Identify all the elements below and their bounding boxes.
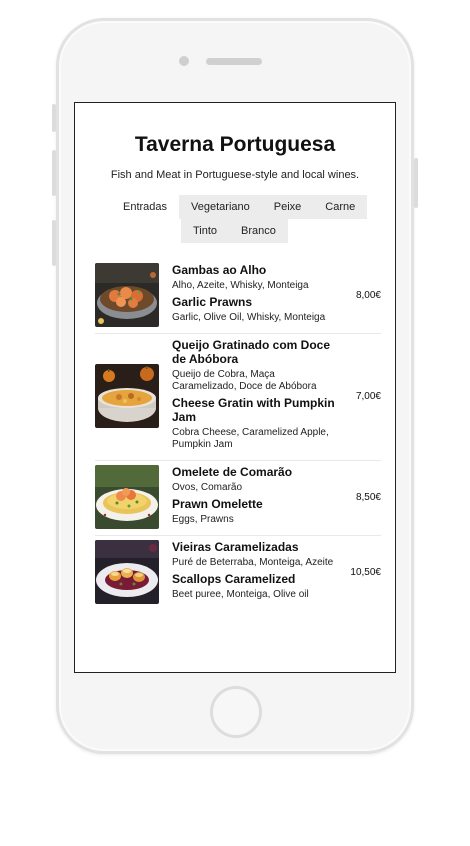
item-name-pt: Queijo Gratinado com Doce de Abóbora <box>172 338 331 366</box>
tab-carne[interactable]: Carne <box>313 195 368 219</box>
menu-item-info: Omelete de Comarão Ovos, Comarão Prawn O… <box>172 465 339 529</box>
tab-vegetariano[interactable]: Vegetariano <box>179 195 262 219</box>
home-button[interactable] <box>210 686 262 738</box>
item-price: 7,00€ <box>355 390 381 402</box>
category-tabs-row-2: Tinto Branco <box>181 219 288 243</box>
prawn-omelette-photo <box>95 465 159 529</box>
menu-item[interactable]: Queijo Gratinado com Doce de Abóbora Que… <box>95 334 381 461</box>
item-description-pt: Puré de Beterraba, Monteiga, Azeite <box>172 557 334 568</box>
power-button <box>414 158 418 208</box>
item-description-en: Eggs, Prawns <box>172 514 234 525</box>
menu-list: Gambas ao Alho Alho, Azeite, Whisky, Mon… <box>95 259 381 610</box>
earpiece-speaker <box>206 58 262 65</box>
tab-entradas[interactable]: Entradas <box>111 195 180 219</box>
item-name-pt: Gambas ao Alho <box>172 263 267 277</box>
menu-item-info: Vieiras Caramelizadas Puré de Beterraba,… <box>172 540 339 604</box>
item-price: 10,50€ <box>350 566 381 578</box>
front-camera <box>179 56 189 66</box>
page-subtitle: Fish and Meat in Portuguese-style and lo… <box>110 169 360 181</box>
cheese-gratin-photo <box>95 364 159 428</box>
tab-branco[interactable]: Branco <box>229 219 288 243</box>
menu-item[interactable]: Omelete de Comarão Ovos, Comarão Prawn O… <box>95 461 381 536</box>
menu-item-info: Queijo Gratinado com Doce de Abóbora Que… <box>172 338 339 454</box>
item-name-pt: Vieiras Caramelizadas <box>172 540 299 554</box>
item-price: 8,00€ <box>355 289 381 301</box>
menu-item-info: Gambas ao Alho Alho, Azeite, Whisky, Mon… <box>172 263 339 327</box>
item-description-en: Beet puree, Monteiga, Olive oil <box>172 589 309 600</box>
mute-switch <box>52 104 56 132</box>
menu-item[interactable]: Vieiras Caramelizadas Puré de Beterraba,… <box>95 536 381 610</box>
volume-up-button <box>52 150 56 196</box>
volume-down-button <box>52 220 56 266</box>
item-name-en: Garlic Prawns <box>172 295 253 309</box>
item-name-en: Scallops Caramelized <box>172 572 296 586</box>
tab-peixe[interactable]: Peixe <box>261 195 314 219</box>
page-title: Taverna Portuguesa <box>134 133 336 156</box>
phone-screen: Taverna Portuguesa Fish and Meat in Port… <box>74 102 396 673</box>
item-description-en: Garlic, Olive Oil, Whisky, Monteiga <box>172 312 326 323</box>
item-description-pt: Ovos, Comarão <box>172 482 243 493</box>
scallops-photo <box>95 540 159 604</box>
tab-tinto[interactable]: Tinto <box>181 219 230 243</box>
item-description-pt: Alho, Azeite, Whisky, Monteiga <box>172 280 309 291</box>
item-description-pt: Queijo de Cobra, Maça Caramelizado, Doce… <box>172 369 317 392</box>
item-description-en: Cobra Cheese, Caramelized Apple, Pumpkin… <box>172 427 329 450</box>
item-price: 8,50€ <box>355 491 381 503</box>
menu-item[interactable]: Gambas ao Alho Alho, Azeite, Whisky, Mon… <box>95 259 381 334</box>
garlic-prawns-photo <box>95 263 159 327</box>
item-name-pt: Omelete de Comarão <box>172 465 293 479</box>
item-name-en: Prawn Omelette <box>172 497 263 511</box>
item-name-en: Cheese Gratin with Pumpkin Jam <box>172 396 335 424</box>
category-tabs-row-1: Entradas Vegetariano Peixe Carne <box>111 195 368 219</box>
